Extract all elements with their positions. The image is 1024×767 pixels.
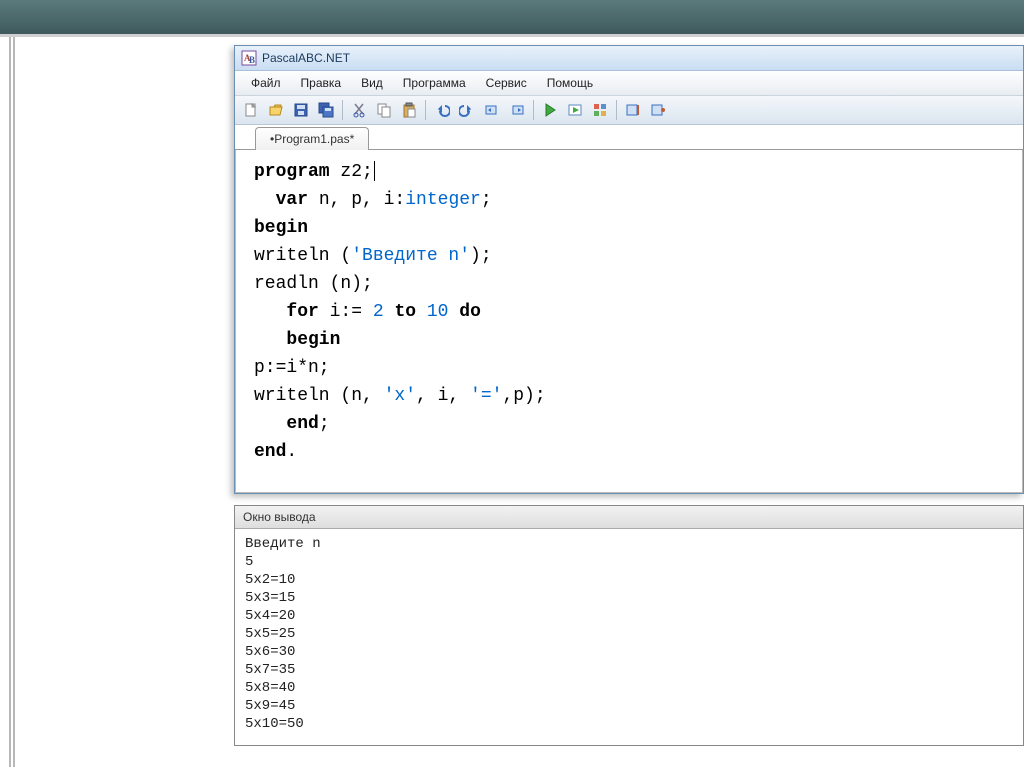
new-file-button[interactable]	[239, 98, 263, 122]
output-line: 5x5=25	[245, 625, 1013, 643]
text-cursor	[374, 161, 375, 181]
menu-view[interactable]: Вид	[351, 73, 393, 93]
output-title: Окно вывода	[243, 510, 316, 524]
nav-back-button[interactable]	[480, 98, 504, 122]
keyword: end	[286, 414, 318, 434]
output-body[interactable]: Введите n 5 5x2=10 5x3=15 5x4=20 5x5=25 …	[235, 529, 1023, 745]
compile-button[interactable]	[588, 98, 612, 122]
keyword: for	[286, 302, 318, 322]
editor-tab[interactable]: •Program1.pas*	[255, 127, 369, 150]
toolbar-separator	[342, 100, 343, 120]
menubar: Файл Правка Вид Программа Сервис Помощь	[235, 71, 1023, 96]
nav-forward-button[interactable]	[505, 98, 529, 122]
slide-area: A B PascalABC.NET Файл Правка Вид Програ…	[22, 37, 1024, 767]
titlebar: A B PascalABC.NET	[235, 46, 1023, 71]
keyword: var	[276, 190, 308, 210]
svg-text:B: B	[249, 55, 255, 65]
code-text	[384, 302, 395, 322]
paste-button[interactable]	[397, 98, 421, 122]
code-text: ,p);	[502, 386, 545, 406]
slide-background: A B PascalABC.NET Файл Правка Вид Програ…	[0, 0, 1024, 767]
toolbar-separator	[616, 100, 617, 120]
menu-program[interactable]: Программа	[393, 73, 476, 93]
step-over-button[interactable]	[646, 98, 670, 122]
number-literal: 10	[427, 302, 449, 322]
output-line: 5x7=35	[245, 661, 1013, 679]
code-text: ;	[319, 414, 330, 434]
undo-button[interactable]	[430, 98, 454, 122]
open-file-button[interactable]	[264, 98, 288, 122]
code-text: );	[470, 246, 492, 266]
copy-button[interactable]	[372, 98, 396, 122]
menu-help[interactable]: Помощь	[537, 73, 603, 93]
type-name: integer	[405, 190, 481, 210]
toolbar	[235, 96, 1023, 125]
keyword: to	[394, 302, 416, 322]
keyword: end	[254, 442, 286, 462]
keyword: program	[254, 162, 330, 182]
code-text: readln (n);	[254, 274, 373, 294]
string-literal: 'x'	[384, 386, 416, 406]
app-title: PascalABC.NET	[262, 51, 350, 65]
toolbar-separator	[533, 100, 534, 120]
presentation-top-bar	[0, 0, 1024, 37]
tab-label: •Program1.pas*	[270, 132, 354, 146]
menu-service[interactable]: Сервис	[476, 73, 537, 93]
code-text: ;	[481, 190, 492, 210]
code-text: .	[286, 442, 297, 462]
output-line: 5x3=15	[245, 589, 1013, 607]
keyword: begin	[254, 218, 308, 238]
code-text: , i,	[416, 386, 470, 406]
tab-strip: •Program1.pas*	[235, 125, 1023, 150]
save-button[interactable]	[289, 98, 313, 122]
menu-edit[interactable]: Правка	[291, 73, 352, 93]
code-text: p:=i*n;	[254, 358, 330, 378]
output-line: 5x4=20	[245, 607, 1013, 625]
output-line: 5x10=50	[245, 715, 1013, 733]
run-button[interactable]	[538, 98, 562, 122]
keyword: begin	[286, 330, 340, 350]
code-text: z2;	[330, 162, 373, 182]
step-into-button[interactable]	[621, 98, 645, 122]
output-panel: Окно вывода Введите n 5 5x2=10 5x3=15 5x…	[234, 505, 1024, 746]
code-text: writeln (n,	[254, 386, 384, 406]
code-text: n, p, i:	[308, 190, 405, 210]
code-editor[interactable]: program z2; var n, p, i:integer; begin w…	[235, 150, 1023, 493]
string-literal: 'Введите n'	[351, 246, 470, 266]
number-literal: 2	[373, 302, 384, 322]
menu-file[interactable]: Файл	[241, 73, 291, 93]
code-text	[416, 302, 427, 322]
spiral-binding	[0, 37, 22, 767]
toolbar-separator	[425, 100, 426, 120]
output-line: 5x6=30	[245, 643, 1013, 661]
string-literal: '='	[470, 386, 502, 406]
app-icon: A B	[241, 50, 257, 66]
output-line: Введите n	[245, 535, 1013, 553]
code-text: writeln (	[254, 246, 351, 266]
output-line: 5	[245, 553, 1013, 571]
ide-window: A B PascalABC.NET Файл Правка Вид Програ…	[234, 45, 1024, 494]
output-line: 5x8=40	[245, 679, 1013, 697]
save-all-button[interactable]	[314, 98, 338, 122]
code-text: i:=	[319, 302, 373, 322]
run-no-debug-button[interactable]	[563, 98, 587, 122]
keyword: do	[459, 302, 481, 322]
output-line: 5x2=10	[245, 571, 1013, 589]
redo-button[interactable]	[455, 98, 479, 122]
output-line: 5x9=45	[245, 697, 1013, 715]
output-panel-header: Окно вывода	[235, 506, 1023, 529]
cut-button[interactable]	[347, 98, 371, 122]
code-text	[448, 302, 459, 322]
